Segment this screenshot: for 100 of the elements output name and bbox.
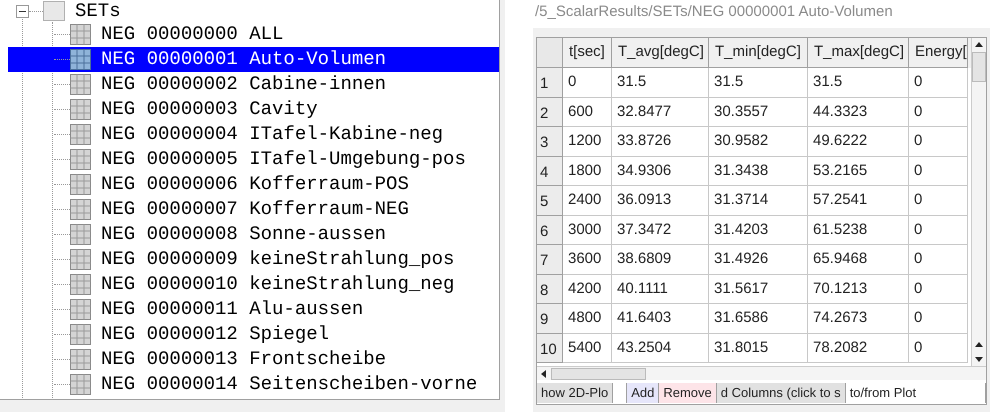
- table-cell: 33.8726: [612, 127, 709, 156]
- collapse-toggle[interactable]: [16, 4, 29, 18]
- column-header[interactable]: T_avg[degC]: [612, 38, 709, 68]
- row-header[interactable]: 8: [537, 274, 563, 304]
- table-cell: 0: [563, 68, 612, 98]
- tree-item[interactable]: NEG 00000011 Alu-aussen: [8, 297, 499, 322]
- table-cell: 78.2082: [808, 334, 909, 363]
- table-cell: 44.3323: [808, 98, 909, 127]
- table-cell: 3600: [563, 245, 612, 274]
- tree-item[interactable]: NEG 00000010 keineStrahlung_neg: [8, 272, 499, 297]
- tree-item[interactable]: NEG 00000004 ITafel-Kabine-neg: [8, 122, 499, 147]
- table-cell: 4800: [563, 304, 612, 334]
- tree-item[interactable]: NEG 00000005 ITafel-Umgebung-pos: [8, 147, 499, 172]
- table-icon: [70, 99, 91, 120]
- table-cell: 31.5: [808, 68, 909, 98]
- table-cell: 0: [909, 127, 968, 156]
- table-cell: 49.6222: [808, 127, 909, 156]
- table-cell: 31.6586: [709, 304, 808, 334]
- table-cell: 41.6403: [612, 304, 709, 334]
- row-header[interactable]: 2: [537, 98, 563, 127]
- table-cell: 0: [909, 334, 968, 363]
- table-cell: 0: [909, 68, 968, 98]
- row-header[interactable]: 5: [537, 186, 563, 216]
- table-cell: 53.2165: [808, 156, 909, 186]
- table-cell: 600: [563, 98, 612, 127]
- table-icon: [70, 349, 91, 370]
- table-cell: 0: [909, 304, 968, 334]
- table-icon: [70, 124, 91, 145]
- table-icon: [70, 74, 91, 95]
- vertical-scrollbar[interactable]: [971, 38, 986, 366]
- table-icon: [70, 24, 91, 45]
- tree-item[interactable]: NEG 00000001 Auto-Volumen: [8, 47, 499, 72]
- table-cell: 57.2541: [808, 186, 909, 216]
- table-cell: 65.9468: [808, 245, 909, 274]
- table-cell: 30.3557: [709, 98, 808, 127]
- row-header[interactable]: 7: [537, 245, 563, 274]
- path-label: /5_ScalarResults/SETs/NEG 00000001 Auto-Volumen: [535, 2, 894, 22]
- table-cell: 0: [909, 156, 968, 186]
- table-cell: 31.4203: [709, 216, 808, 245]
- tree-item[interactable]: NEG 00000002 Cabine-innen: [8, 72, 499, 97]
- column-header[interactable]: t[sec]: [563, 38, 612, 68]
- tree-item[interactable]: NEG 00000012 Spiegel: [8, 322, 499, 347]
- row-header[interactable]: 3: [537, 127, 563, 156]
- table-cell: 0: [909, 274, 968, 304]
- table-icon: [70, 324, 91, 345]
- table-cell: 31.5617: [709, 274, 808, 304]
- table-cell: 31.5: [709, 68, 808, 98]
- row-header[interactable]: 4: [537, 156, 563, 186]
- toolbar-button[interactable]: Add: [627, 383, 660, 403]
- table-cell: 74.2673: [808, 304, 909, 334]
- table-cell: 61.5238: [808, 216, 909, 245]
- column-header[interactable]: Energy[: [909, 38, 968, 68]
- table-icon: [70, 149, 91, 170]
- table-cell: 34.9306: [612, 156, 709, 186]
- table-cell: 1200: [563, 127, 612, 156]
- table-cell: 2400: [563, 186, 612, 216]
- table-icon: [70, 224, 91, 245]
- toolbar-button[interactable]: Remove: [659, 383, 717, 403]
- table-cell: 38.6809: [612, 245, 709, 274]
- column-header[interactable]: T_min[degC]: [709, 38, 808, 68]
- row-header[interactable]: 6: [537, 216, 563, 245]
- row-header[interactable]: 10: [537, 334, 563, 363]
- table-cell: 37.3472: [612, 216, 709, 245]
- tree-item[interactable]: NEG 00000013 Frontscheibe: [8, 347, 499, 372]
- input-field[interactable]: to/from Plot: [846, 383, 986, 403]
- table-cell: 1800: [563, 156, 612, 186]
- column-header[interactable]: T_max[degC]: [808, 38, 909, 68]
- table-cell: 31.3714: [709, 186, 808, 216]
- row-header[interactable]: 1: [537, 68, 563, 98]
- toolbar-button[interactable]: how 2D-Plo: [537, 383, 614, 403]
- tree-item[interactable]: NEG 00000014 Seitenscheiben-vorne: [8, 372, 499, 397]
- table-cell: 4200: [563, 274, 612, 304]
- scroll-thumb[interactable]: [551, 368, 646, 380]
- table-cell: 31.4926: [709, 245, 808, 274]
- table-icon: [70, 199, 91, 220]
- table-cell: 36.0913: [612, 186, 709, 216]
- tree-item[interactable]: NEG 00000009 keineStrahlung_pos: [8, 247, 499, 272]
- tree-item[interactable]: NEG 00000007 Kofferraum-NEG: [8, 197, 499, 222]
- table-cell: 0: [909, 186, 968, 216]
- tree-item[interactable]: NEG 00000006 Kofferraum-POS: [8, 172, 499, 197]
- horizontal-scrollbar[interactable]: [537, 366, 986, 380]
- toolbar-button[interactable]: d Columns (click to s: [716, 383, 846, 403]
- table-cell: 0: [909, 98, 968, 127]
- table-cell: 31.3438: [709, 156, 808, 186]
- table-icon: [70, 374, 91, 395]
- table-cell: 70.1213: [808, 274, 909, 304]
- table-icon: [70, 274, 91, 295]
- table-cell: 40.1111: [612, 274, 709, 304]
- table-cell: 30.9582: [709, 127, 808, 156]
- scroll-thumb[interactable]: [972, 52, 986, 82]
- table-icon: [70, 249, 91, 270]
- table-icon: [70, 49, 91, 70]
- table-icon: [70, 174, 91, 195]
- row-header[interactable]: 9: [537, 304, 563, 334]
- tree-item[interactable]: NEG 00000008 Sonne-aussen: [8, 222, 499, 247]
- table-cell: 0: [909, 245, 968, 274]
- table-cell: 43.2504: [612, 334, 709, 363]
- table-icon: [70, 299, 91, 320]
- table-cell: 32.8477: [612, 98, 709, 127]
- tree-item[interactable]: NEG 00000003 Cavity: [8, 97, 499, 122]
